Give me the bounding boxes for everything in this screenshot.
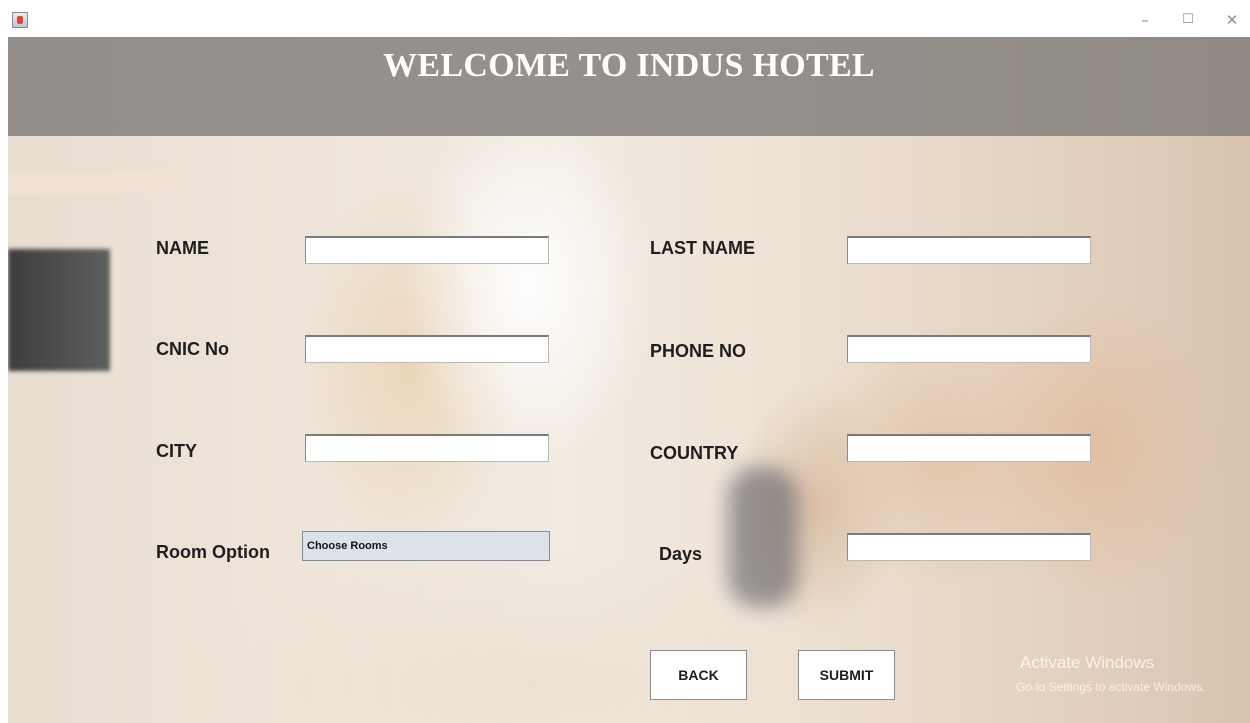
header-banner: WELCOME TO INDUS HOTEL: [8, 37, 1250, 136]
activate-windows-title: Activate Windows: [1020, 653, 1155, 672]
submit-button[interactable]: SUBMIT: [798, 650, 895, 700]
cnic-field[interactable]: [305, 335, 549, 363]
hotel-background: WELCOME TO INDUS HOTEL NAME CNIC No CITY…: [8, 37, 1250, 723]
activate-windows-subtitle: Go to Settings to activate Windows.: [1016, 680, 1206, 694]
name-label: NAME: [156, 238, 209, 258]
hotel-registration-window: – ☐ ✕ WELCOME TO INDUS HOTEL NAME CNIC N…: [0, 0, 1250, 723]
page-title: WELCOME TO INDUS HOTEL: [383, 47, 875, 84]
maximize-icon[interactable]: ☐: [1178, 10, 1198, 30]
name-field[interactable]: [305, 236, 549, 264]
cnic-label: CNIC No: [156, 339, 229, 359]
minimize-icon[interactable]: –: [1135, 10, 1155, 30]
title-bar: – ☐ ✕: [0, 0, 1250, 37]
java-icon: [12, 12, 28, 28]
last-name-label: LAST NAME: [650, 238, 755, 258]
back-button[interactable]: BACK: [650, 650, 747, 700]
phone-label: PHONE NO: [650, 341, 747, 361]
days-field[interactable]: [847, 533, 1091, 561]
city-field[interactable]: [305, 434, 549, 462]
background-tv: [8, 249, 110, 371]
country-label: COUNTRY: [650, 443, 739, 463]
room-option-label: Room Option: [156, 542, 270, 562]
close-icon[interactable]: ✕: [1222, 10, 1242, 30]
city-label: CITY: [156, 441, 198, 461]
days-label: Days: [659, 544, 703, 564]
last-name-field[interactable]: [847, 236, 1091, 264]
background-pillow: [728, 467, 798, 607]
country-field[interactable]: [847, 434, 1091, 462]
background-shelf: [8, 172, 188, 194]
room-option-dropdown[interactable]: Choose Rooms: [302, 531, 550, 561]
phone-field[interactable]: [847, 335, 1091, 363]
